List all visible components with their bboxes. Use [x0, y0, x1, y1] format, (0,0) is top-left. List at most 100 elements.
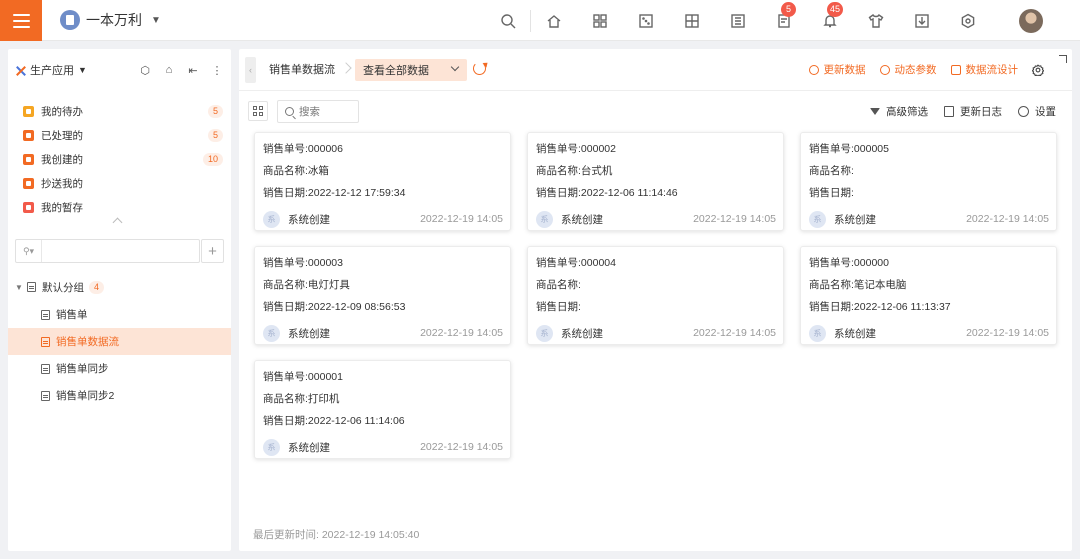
tree-item[interactable]: 销售单数据流 — [8, 328, 231, 355]
task-icon[interactable]: 5 — [771, 2, 796, 33]
record-card[interactable]: 销售单号: 000002 商品名称: 台式机 销售日期: 2022-12-06 11… — [527, 132, 784, 231]
sidebar-nav-item[interactable]: 我创建的 10 — [8, 147, 231, 171]
card-footer: 系系统创建 2022-12-19 14:05 — [536, 209, 776, 229]
search-icon — [285, 107, 294, 116]
shirt-icon[interactable] — [863, 8, 888, 33]
tree-item[interactable]: 销售单 — [8, 301, 231, 328]
update-log-button[interactable]: 更新日志 — [944, 104, 1002, 119]
home-icon[interactable] — [541, 8, 566, 33]
gear-icon — [1018, 106, 1029, 117]
top-icon-bar: 5 45 — [495, 2, 980, 33]
last-update-text: 最后更新时间: 2022-12-19 14:05:40 — [253, 529, 420, 541]
user-avatar[interactable] — [1019, 9, 1043, 33]
collapse-sidebar-icon[interactable]: ⇤ — [186, 63, 200, 77]
nav-item-label: 我的待办 — [41, 105, 83, 118]
order-no-label: 销售单号: — [536, 257, 581, 269]
creator-avatar: 系 — [263, 324, 280, 342]
product-name-row: 商品名称: 笔记本电脑 — [809, 278, 1049, 300]
product-name-row: 商品名称: — [536, 278, 776, 300]
hamburger-menu-icon[interactable] — [0, 0, 42, 41]
update-data-button[interactable]: 更新数据 — [808, 62, 866, 77]
nav-item-icon — [23, 129, 34, 141]
tree-item-label: 销售单同步 — [56, 363, 109, 375]
chevron-up-icon[interactable] — [113, 216, 123, 226]
more-vertical-icon[interactable]: ⋮ — [210, 63, 224, 77]
order-no-row: 销售单号: 000002 — [536, 142, 776, 164]
record-card[interactable]: 销售单号: 000000 商品名称: 笔记本电脑 销售日期: 2022-12-06 … — [800, 246, 1057, 345]
org-switcher[interactable]: 一本万利 ▼ — [60, 10, 161, 30]
record-card[interactable]: 销售单号: 000001 商品名称: 打印机 销售日期: 2022-12-06 11… — [254, 360, 511, 459]
tree-group-default[interactable]: ▼ 默认分组 4 — [8, 275, 231, 299]
sale-date-value: 2022-12-06 11:13:37 — [853, 301, 951, 313]
sale-date-label: 销售日期: — [263, 187, 308, 199]
creator-name: 系统创建 — [834, 327, 876, 340]
sale-date-label: 销售日期: — [536, 187, 581, 199]
tree-item[interactable]: 销售单同步2 — [8, 382, 231, 409]
advanced-filter-button[interactable]: 高级筛选 — [870, 104, 928, 119]
created-time: 2022-12-19 14:05 — [420, 327, 503, 339]
apps-grid-icon[interactable] — [587, 8, 612, 33]
dynamic-params-button[interactable]: 动态参数 — [879, 62, 937, 77]
product-name-label: 商品名称: — [263, 393, 308, 405]
header-actions: 更新数据 动态参数 数据流设计 — [808, 62, 1044, 77]
grid-layout-icon[interactable] — [248, 101, 268, 121]
created-time: 2022-12-19 14:05 — [420, 441, 503, 453]
order-no-label: 销售单号: — [263, 371, 308, 383]
search-box — [277, 100, 359, 123]
home-icon[interactable]: ⌂ — [162, 63, 176, 77]
creator-name: 系统创建 — [288, 327, 330, 340]
sidebar-nav-item[interactable]: 抄送我的 — [8, 171, 231, 195]
record-card[interactable]: 销售单号: 000004 商品名称: 销售日期: 系系统创建 2022-12-19 … — [527, 246, 784, 345]
sale-date-value: 2022-12-09 08:56:53 — [307, 301, 406, 313]
layout-icon[interactable] — [679, 8, 704, 33]
download-icon[interactable] — [909, 8, 934, 33]
record-card[interactable]: 销售单号: 000005 商品名称: 销售日期: 系系统创建 2022-12-19 … — [800, 132, 1057, 231]
settings-button[interactable]: 设置 — [1018, 104, 1056, 119]
sidebar-search: ⚲▾ — [15, 239, 200, 263]
product-name-value: 台式机 — [580, 165, 613, 177]
creator-name: 系统创建 — [834, 213, 876, 226]
tree-item-label: 销售单同步2 — [56, 390, 115, 402]
sale-date-row: 销售日期: 2022-12-12 17:59:34 — [263, 186, 503, 208]
sale-date-value: 2022-12-06 11:14:46 — [580, 187, 678, 199]
divider — [530, 9, 531, 32]
view-select[interactable]: 查看全部数据 — [355, 59, 467, 81]
settings-hex-icon[interactable]: ⬡ — [138, 63, 152, 77]
sidebar-nav-item[interactable]: 已处理的 5 — [8, 123, 231, 147]
minus-circle-icon — [879, 64, 890, 75]
creator-avatar: 系 — [263, 210, 280, 228]
eye-icon — [808, 64, 819, 75]
card-footer: 系系统创建 2022-12-19 14:05 — [536, 323, 776, 343]
bell-icon[interactable]: 45 — [817, 2, 844, 33]
dice-icon[interactable] — [633, 8, 658, 33]
dataflow-design-button[interactable]: 数据流设计 — [950, 62, 1018, 77]
product-name-label: 商品名称: — [809, 279, 854, 291]
record-card[interactable]: 销售单号: 000003 商品名称: 电灯灯具 销售日期: 2022-12-09 0… — [254, 246, 511, 345]
divider — [239, 90, 1072, 91]
add-button[interactable]: + — [201, 239, 224, 263]
settings-hex-icon[interactable] — [955, 8, 980, 33]
sidebar-search-input[interactable] — [42, 241, 199, 261]
product-name-value: 笔记本电脑 — [853, 279, 907, 291]
app-switcher[interactable]: 生产应用 ▼ — [15, 62, 87, 78]
checklist-icon[interactable] — [725, 8, 750, 33]
tree-item[interactable]: 销售单同步 — [8, 355, 231, 382]
creator-name: 系统创建 — [288, 213, 330, 226]
gear-icon[interactable] — [1032, 63, 1044, 76]
search-input[interactable] — [299, 105, 354, 118]
chevron-left-icon[interactable]: ‹ — [245, 57, 256, 83]
product-name-row: 商品名称: 台式机 — [536, 164, 776, 186]
sidebar-nav-item[interactable]: 我的待办 5 — [8, 99, 231, 123]
order-no-value: 000001 — [307, 371, 343, 383]
order-no-row: 销售单号: 000000 — [809, 256, 1049, 278]
sidebar-nav: 我的待办 5 已处理的 5 我创建的 10 抄送我的 我的暂存 — [8, 99, 231, 219]
search-icon[interactable] — [495, 8, 520, 33]
search-dropdown-icon[interactable]: ⚲▾ — [16, 240, 42, 262]
main-panel: ‹ 销售单数据流 查看全部数据 更新数据 动态参数 数据流设计 搜索 高级筛选 … — [239, 49, 1072, 551]
resize-corner-icon[interactable] — [1059, 55, 1067, 63]
record-card[interactable]: 销售单号: 000006 商品名称: 冰箱 销售日期: 2022-12-12 17:… — [254, 132, 511, 231]
creator-avatar: 系 — [809, 324, 826, 342]
breadcrumb[interactable]: 销售单数据流 — [267, 59, 337, 81]
refresh-icon[interactable] — [473, 62, 486, 75]
sale-date-label: 销售日期: — [536, 301, 581, 313]
